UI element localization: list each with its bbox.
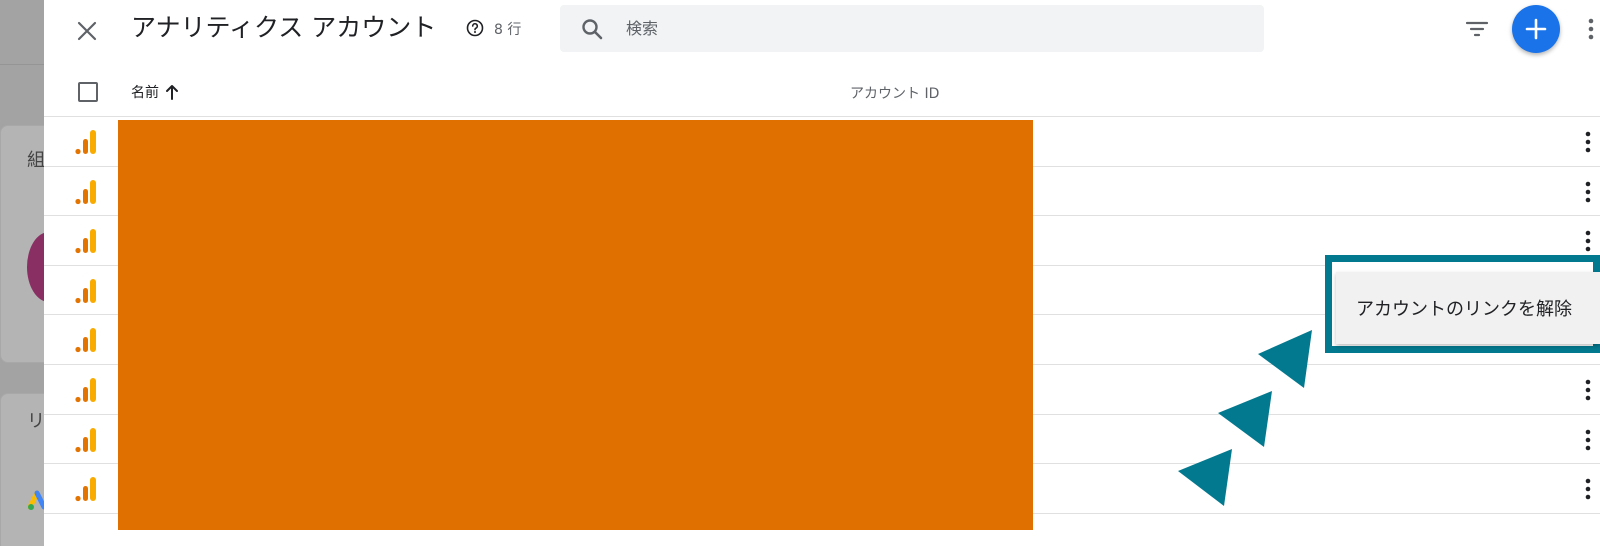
google-analytics-icon <box>75 378 96 403</box>
google-analytics-icon <box>75 229 96 254</box>
google-analytics-icon <box>75 428 96 453</box>
google-analytics-icon <box>75 328 96 353</box>
more-vert-icon[interactable] <box>1585 180 1591 204</box>
annotation-arrow-icon <box>1218 391 1272 447</box>
more-vert-icon[interactable] <box>1585 477 1591 501</box>
close-button[interactable] <box>72 16 102 46</box>
google-analytics-icon <box>75 130 96 155</box>
more-vert-icon[interactable] <box>1585 378 1591 402</box>
more-vert-icon[interactable] <box>1585 229 1591 253</box>
help-icon[interactable] <box>466 19 484 37</box>
google-analytics-icon <box>75 477 96 502</box>
add-account-button[interactable] <box>1512 5 1560 53</box>
plus-icon <box>1525 18 1547 40</box>
sort-ascending-icon <box>166 85 178 100</box>
column-header-name-label: 名前 <box>131 85 159 101</box>
annotation-arrow-icon <box>1258 330 1312 388</box>
search-icon <box>582 19 603 40</box>
column-header-account-id[interactable]: アカウント ID <box>850 83 939 103</box>
background-text: リ <box>27 411 45 432</box>
annotation-arrow-icon <box>1178 449 1232 506</box>
more-vert-icon[interactable] <box>1585 130 1591 154</box>
google-analytics-icon <box>75 180 96 205</box>
more-vert-icon[interactable] <box>1588 17 1594 41</box>
google-analytics-icon <box>75 279 96 304</box>
filter-icon[interactable] <box>1464 16 1490 42</box>
redacted-area <box>118 120 1033 530</box>
select-all-checkbox[interactable] <box>78 82 98 102</box>
search-bar[interactable] <box>560 5 1264 52</box>
search-input[interactable] <box>626 5 1246 52</box>
more-vert-icon[interactable] <box>1585 428 1591 452</box>
background-text: 組 <box>27 150 45 171</box>
unlink-account-menu-item[interactable]: アカウントのリンクを解除 <box>1336 272 1600 344</box>
page-title: アナリティクス アカウント <box>131 13 437 42</box>
close-icon <box>77 21 97 41</box>
row-count: 8 行 <box>494 22 522 38</box>
column-header-name[interactable]: 名前 <box>131 82 179 102</box>
